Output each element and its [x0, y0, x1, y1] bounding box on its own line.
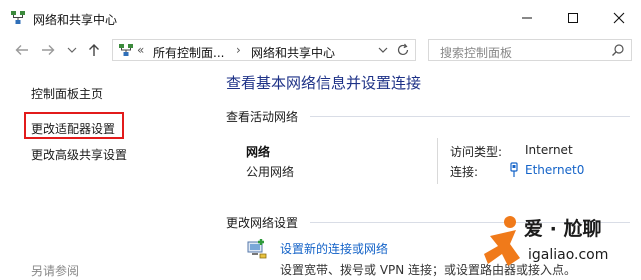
maximize-icon: [568, 13, 578, 23]
breadcrumb-network-center[interactable]: 网络和共享中心: [251, 44, 335, 61]
address-bar[interactable]: « 所有控制面... › 网络和共享中心: [112, 39, 416, 61]
search-icon[interactable]: [611, 43, 625, 57]
search-box[interactable]: 搜索控制面板: [428, 39, 632, 61]
minimize-button[interactable]: [504, 0, 550, 36]
new-connection-icon: [247, 239, 267, 259]
back-arrow-icon: [15, 45, 28, 55]
access-type-label: 访问类型:: [450, 145, 503, 159]
watermark: 爱 · 尬聊 igaliao.com: [476, 210, 641, 280]
close-icon: [613, 12, 625, 24]
recent-locations-button[interactable]: [64, 42, 80, 58]
up-button[interactable]: [86, 42, 102, 58]
network-name: 网络: [246, 145, 271, 159]
divider: [310, 116, 630, 117]
divider: [437, 138, 438, 184]
control-panel-icon: [119, 44, 133, 56]
address-dropdown-icon[interactable]: [377, 44, 389, 56]
minimize-icon: [522, 17, 532, 19]
network-type-link[interactable]: 公用网络: [246, 163, 294, 180]
sidebar-item-control-panel-home[interactable]: 控制面板主页: [31, 85, 103, 102]
forward-arrow-icon: [42, 45, 55, 55]
chevron-down-icon: [67, 47, 77, 53]
connection-label: 连接:: [450, 165, 479, 179]
sidebar-item-change-advanced-sharing[interactable]: 更改高级共享设置: [31, 146, 127, 163]
back-button[interactable]: [14, 42, 30, 58]
sidebar-item-change-adapter-settings[interactable]: 更改适配器设置: [31, 120, 115, 137]
active-networks-heading: 查看活动网络: [226, 110, 299, 124]
address-overflow[interactable]: «: [137, 43, 144, 57]
change-network-settings-heading: 更改网络设置: [226, 216, 299, 230]
ethernet-icon: [510, 162, 518, 177]
see-also-heading: 另请参阅: [31, 264, 80, 278]
page-title: 查看基本网络信息并设置连接: [226, 74, 422, 92]
window-title: 网络和共享中心: [33, 13, 118, 27]
refresh-icon[interactable]: [396, 43, 410, 57]
network-center-icon: [11, 11, 25, 24]
watermark-url: igaliao.com: [528, 247, 609, 263]
breadcrumb-separator[interactable]: ›: [236, 43, 241, 57]
close-button[interactable]: [596, 0, 641, 36]
title-bar: 网络和共享中心: [0, 0, 641, 36]
watermark-logo-icon: [484, 216, 520, 266]
forward-button[interactable]: [40, 42, 56, 58]
ethernet-connection-link[interactable]: Ethernet0: [525, 163, 584, 177]
setup-new-connection-link[interactable]: 设置新的连接或网络: [280, 240, 388, 257]
maximize-button[interactable]: [550, 0, 596, 36]
navigation-bar: « 所有控制面... › 网络和共享中心 搜索控制面板: [0, 36, 641, 64]
watermark-title: 爱 · 尬聊: [524, 218, 602, 240]
access-type-value: Internet: [525, 143, 573, 157]
breadcrumb-all-control-panel[interactable]: 所有控制面...: [153, 44, 224, 61]
search-placeholder[interactable]: 搜索控制面板: [440, 44, 512, 61]
up-arrow-icon: [89, 44, 99, 56]
